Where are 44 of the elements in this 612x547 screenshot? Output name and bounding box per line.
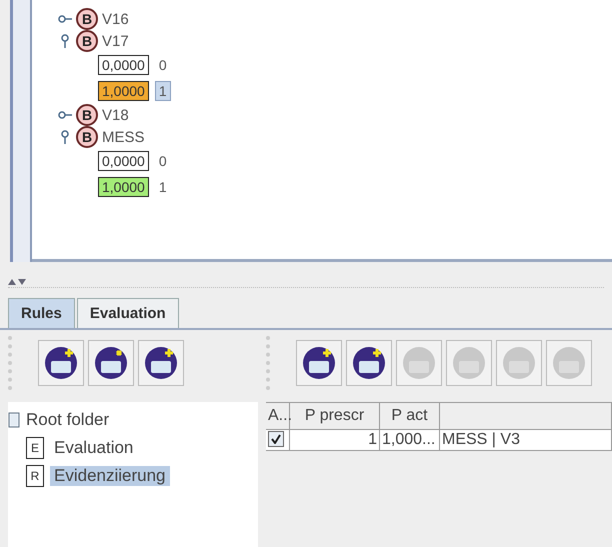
toolbar-button[interactable] xyxy=(346,340,392,386)
table-cell: 1,000... xyxy=(380,430,440,451)
checkbox[interactable] xyxy=(268,431,284,447)
disabled-globe-icon xyxy=(451,345,487,381)
state-value: 0,0000 xyxy=(98,55,149,75)
expand-down-icon[interactable] xyxy=(18,278,26,284)
disabled-globe-icon xyxy=(401,345,437,381)
state-label[interactable]: 0 xyxy=(154,55,171,75)
folder-label[interactable]: Root folder xyxy=(26,410,110,430)
table-cell: 1 xyxy=(290,430,380,451)
tab[interactable]: Rules xyxy=(8,298,75,328)
rule-type-icon: E xyxy=(26,437,44,459)
toolbar-button[interactable] xyxy=(88,340,134,386)
globe-icon xyxy=(143,345,179,381)
variable-name[interactable]: V18 xyxy=(102,106,129,124)
folder-icon xyxy=(8,412,20,428)
toolbar-button[interactable] xyxy=(138,340,184,386)
state-value: 1,0000 xyxy=(98,81,149,101)
tree-item[interactable]: Evidenziierung xyxy=(50,466,170,486)
state-value: 0,0000 xyxy=(98,151,149,171)
variable-name[interactable]: V16 xyxy=(102,10,129,28)
disabled-globe-icon xyxy=(501,345,537,381)
globe-icon xyxy=(351,345,387,381)
state-value: 1,0000 xyxy=(98,177,149,197)
variable-name[interactable]: MESS xyxy=(102,128,145,146)
variable-badge: B xyxy=(76,126,98,148)
globe-icon xyxy=(93,345,129,381)
state-label[interactable]: 1 xyxy=(154,177,171,197)
tab[interactable]: Evaluation xyxy=(76,298,179,328)
state-label[interactable]: 0 xyxy=(154,151,171,171)
state-label[interactable]: 1 xyxy=(154,81,171,101)
rule-type-icon: R xyxy=(26,465,44,487)
disabled-globe-icon xyxy=(551,345,587,381)
variable-badge: B xyxy=(76,30,98,52)
table-cell: MESS | V3 xyxy=(440,430,612,451)
globe-icon xyxy=(301,345,337,381)
variable-badge: B xyxy=(76,8,98,30)
toolbar-button[interactable] xyxy=(296,340,342,386)
collapse-up-icon[interactable] xyxy=(8,278,16,284)
variable-name[interactable]: V17 xyxy=(102,32,129,50)
toolbar-button[interactable] xyxy=(38,340,84,386)
globe-icon xyxy=(43,345,79,381)
tree-item[interactable]: Evaluation xyxy=(50,438,138,458)
variable-badge: B xyxy=(76,104,98,126)
